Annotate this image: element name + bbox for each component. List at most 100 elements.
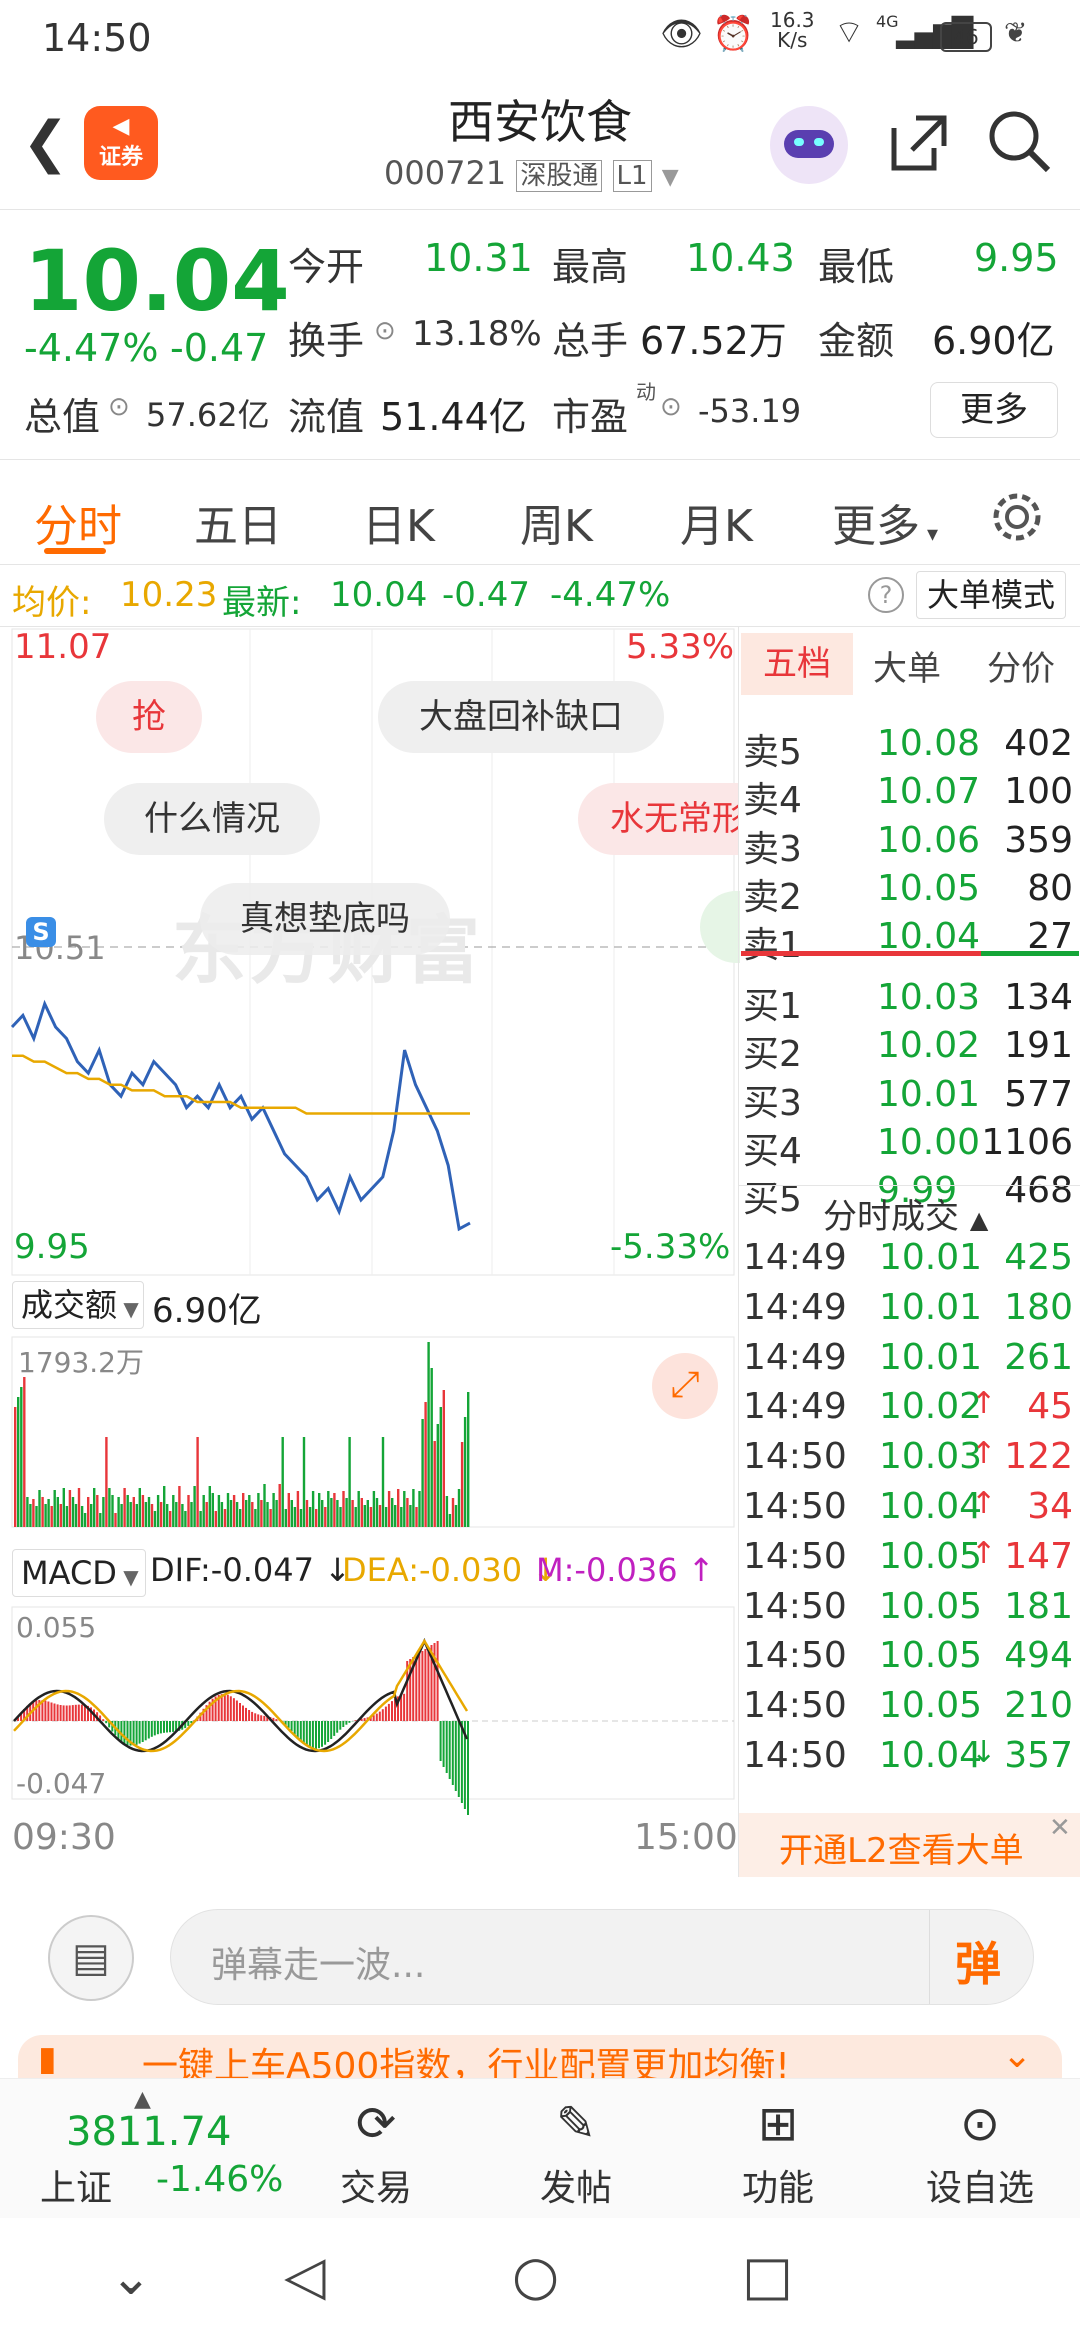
float-cap-label: 流值 (288, 395, 365, 439)
danmaku-settings-icon[interactable]: ▤ (48, 1915, 134, 2001)
orderbook-row[interactable]: 买4 10.00 1106 (739, 1121, 1080, 1172)
danmaku-pill[interactable]: 水无常形 (578, 783, 738, 855)
tab-five-day[interactable]: 五日 (194, 490, 282, 554)
tab-five-levels[interactable]: 五档 (741, 633, 853, 695)
orderbook-row[interactable]: 卖2 10.05 80 (739, 868, 1080, 918)
volume-bar (17, 1397, 20, 1527)
orderbook-row[interactable]: 卖5 10.08 402 (739, 723, 1080, 773)
volume-bar (163, 1486, 166, 1527)
danmaku-pill[interactable]: 抢 (96, 681, 202, 753)
chevron-down-icon[interactable]: ▼ (662, 165, 679, 190)
nav-back-icon[interactable]: ◁ (284, 2244, 326, 2307)
volume-bar (342, 1491, 345, 1527)
nav-post[interactable]: ✎ 发帖 (506, 2089, 646, 2211)
robot-avatar[interactable] (770, 106, 848, 184)
trade-time: 14:49 (743, 1286, 847, 1328)
chevron-down-icon[interactable]: ⌄ (1002, 2035, 1032, 2076)
trades-title[interactable]: 分时成交 ▲ (823, 1189, 988, 1238)
volume-bar (123, 1488, 126, 1527)
promo-banner[interactable]: ▮ 一键上车A500指数，行业配置更加均衡! ⌄ (18, 2035, 1062, 2078)
volume-bar (190, 1502, 193, 1527)
level-price: 10.02 (877, 1025, 981, 1067)
orderbook-row[interactable]: 买2 10.02 191 (739, 1025, 1080, 1075)
volume-bar (457, 1489, 461, 1527)
danmaku-input[interactable]: 弹幕走一波... 弹 (170, 1909, 1034, 2005)
volume-bar (50, 1506, 53, 1527)
orderbook-row[interactable]: 卖3 10.06 359 (739, 820, 1080, 870)
volume-bar (333, 1493, 336, 1527)
volume-bar (397, 1489, 400, 1527)
danmaku-pill[interactable]: 什么情况 (104, 783, 320, 855)
macd-bar (454, 1721, 457, 1791)
nav-trade[interactable]: ⟳ 交易 (306, 2089, 446, 2211)
volume-bar (305, 1500, 309, 1527)
volume-bar (32, 1499, 35, 1527)
danmaku-pill[interactable]: 真想垫底吗 (200, 883, 450, 955)
tab-intraday[interactable]: 分时 (34, 490, 122, 554)
volume-bar (114, 1513, 117, 1527)
tab-weekly-k[interactable]: 周K (520, 490, 593, 554)
volume-bar (181, 1504, 184, 1527)
nav-recents-icon[interactable]: □ (742, 2244, 793, 2307)
system-nav-bar: ⌄ ◁ ○ □ (0, 2218, 1080, 2340)
volume-bar (220, 1502, 224, 1527)
close-icon[interactable]: ✕ (1049, 1813, 1071, 1843)
danmaku-send-button[interactable]: 弹 (955, 1928, 1001, 1994)
index-value[interactable]: 3811.74 (66, 2109, 231, 2155)
trade-price: 10.01 (879, 1286, 983, 1328)
nav-home-icon[interactable]: ○ (512, 2244, 559, 2307)
tab-price-distribution[interactable]: 分价 (987, 641, 1055, 690)
price-line (10, 999, 471, 1232)
danmaku-pill[interactable]: 大盘回补缺口 (378, 681, 664, 753)
volume-bar (357, 1491, 360, 1527)
volume-bar (348, 1437, 351, 1527)
indicator-select[interactable]: MACD ▼ (12, 1549, 146, 1597)
expand-icon[interactable]: ⤢ (652, 1353, 718, 1419)
macd-bar (138, 1721, 141, 1744)
tab-more[interactable]: 更多 ▾ (832, 490, 938, 554)
tab-monthly-k[interactable]: 月K (680, 490, 753, 554)
tab-daily-k[interactable]: 日K (362, 490, 435, 554)
nav-post-label: 发帖 (539, 2168, 612, 2209)
search-icon[interactable] (986, 108, 1052, 174)
macd-bar (144, 1721, 147, 1741)
help-icon[interactable]: ? (868, 577, 904, 613)
orderbook-row[interactable]: 卖1 10.04 27 (739, 916, 1080, 966)
share-icon[interactable] (886, 110, 950, 174)
volume-bar (150, 1504, 154, 1527)
nav-add-watchlist[interactable]: ⊙ 设自选 (910, 2089, 1050, 2211)
nav-functions[interactable]: ⊞ 功能 (708, 2089, 848, 2211)
volume-bar (156, 1495, 160, 1527)
macd-bar (68, 1705, 71, 1721)
l2-banner[interactable]: 开通L2查看大单 ✕ (739, 1813, 1080, 1877)
volume-bar (412, 1489, 415, 1527)
settings-gear-icon[interactable] (990, 490, 1044, 544)
level-volume: 1106 (981, 1121, 1073, 1163)
macd-dea: DEA:-0.030 ↓ (342, 1551, 560, 1589)
info-icon[interactable]: ⊙ (108, 392, 130, 422)
level-tag[interactable]: L1 (612, 160, 652, 192)
nav-functions-label: 功能 (741, 2168, 814, 2209)
volume-value: 67.52万 (640, 319, 787, 363)
s-marker[interactable]: S (26, 917, 56, 947)
more-button[interactable]: 更多 (930, 382, 1058, 438)
orderbook-row[interactable]: 卖4 10.07 100 (739, 771, 1080, 821)
arrow-up-icon: ↑ (971, 1535, 997, 1571)
orderbook-row[interactable]: 买1 10.03 134 (739, 977, 1080, 1027)
macd-bar (333, 1721, 336, 1736)
volume-bar (391, 1498, 394, 1527)
nav-down-icon[interactable]: ⌄ (110, 2248, 152, 2306)
big-order-mode-button[interactable]: 大单模式 (916, 571, 1066, 619)
macd-bar (424, 1649, 427, 1721)
chevron-up-icon[interactable]: ▲ (134, 2087, 151, 2112)
info-icon[interactable]: ⊙ (374, 316, 396, 346)
orderbook-row[interactable]: 买3 10.01 577 (739, 1074, 1080, 1124)
macd-bar (44, 1700, 47, 1721)
volume-bar (375, 1498, 379, 1527)
tab-big-orders[interactable]: 大单 (873, 641, 941, 690)
macd-bar (381, 1709, 384, 1721)
volume-type-select[interactable]: 成交额 ▼ (12, 1281, 144, 1329)
info-icon[interactable]: ⊙ (660, 392, 682, 422)
volume-bar (205, 1502, 208, 1527)
volume-bar (451, 1498, 455, 1527)
